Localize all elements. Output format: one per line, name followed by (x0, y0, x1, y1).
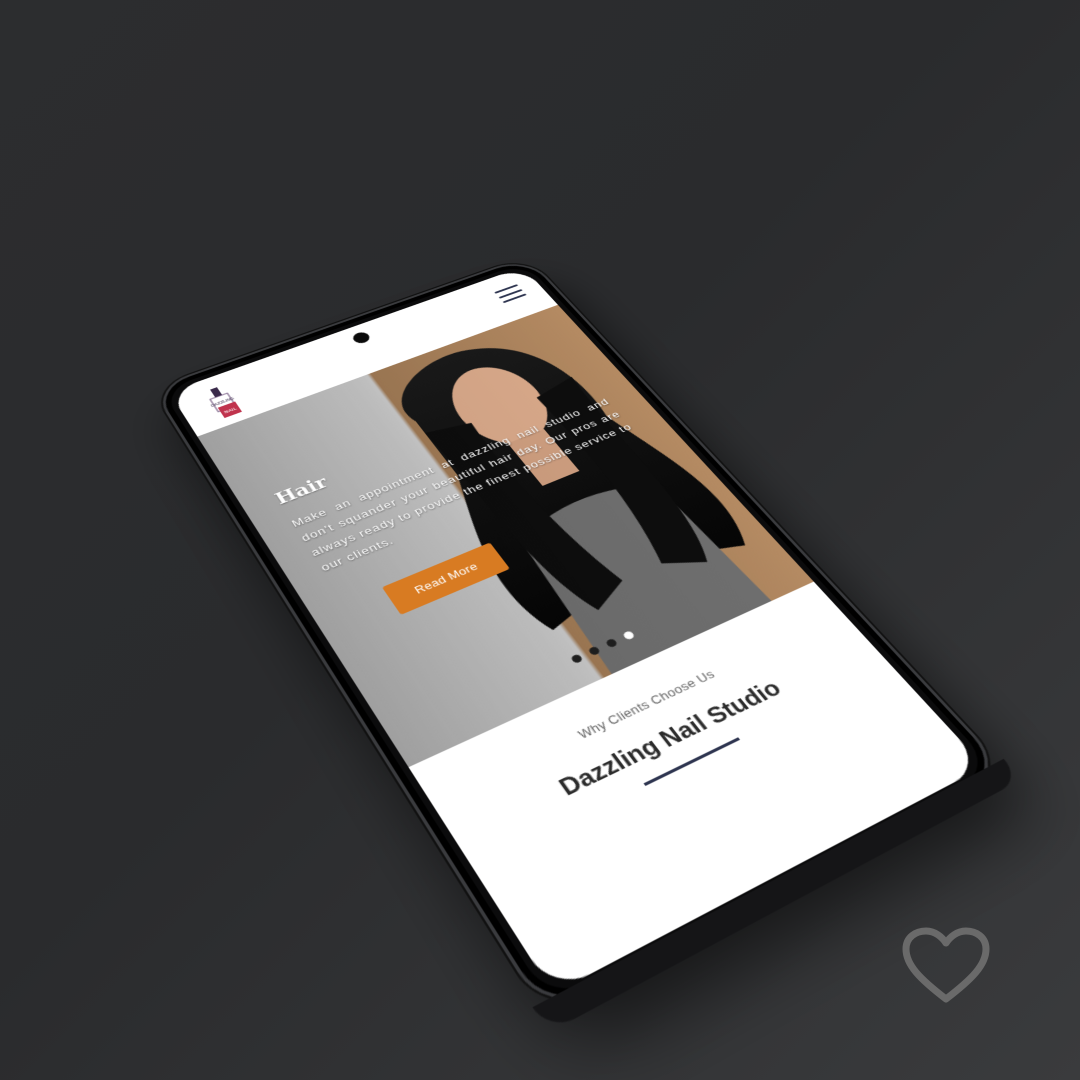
phone-frame: DAZZLING NAIL Hair Make an appointment a… (150, 255, 1010, 1019)
mockup-stage: DAZZLING NAIL Hair Make an appointment a… (0, 0, 1080, 1080)
heart-icon[interactable] (900, 925, 992, 1007)
hamburger-menu-icon[interactable] (494, 284, 527, 304)
phone-screen: DAZZLING NAIL Hair Make an appointment a… (168, 266, 985, 994)
